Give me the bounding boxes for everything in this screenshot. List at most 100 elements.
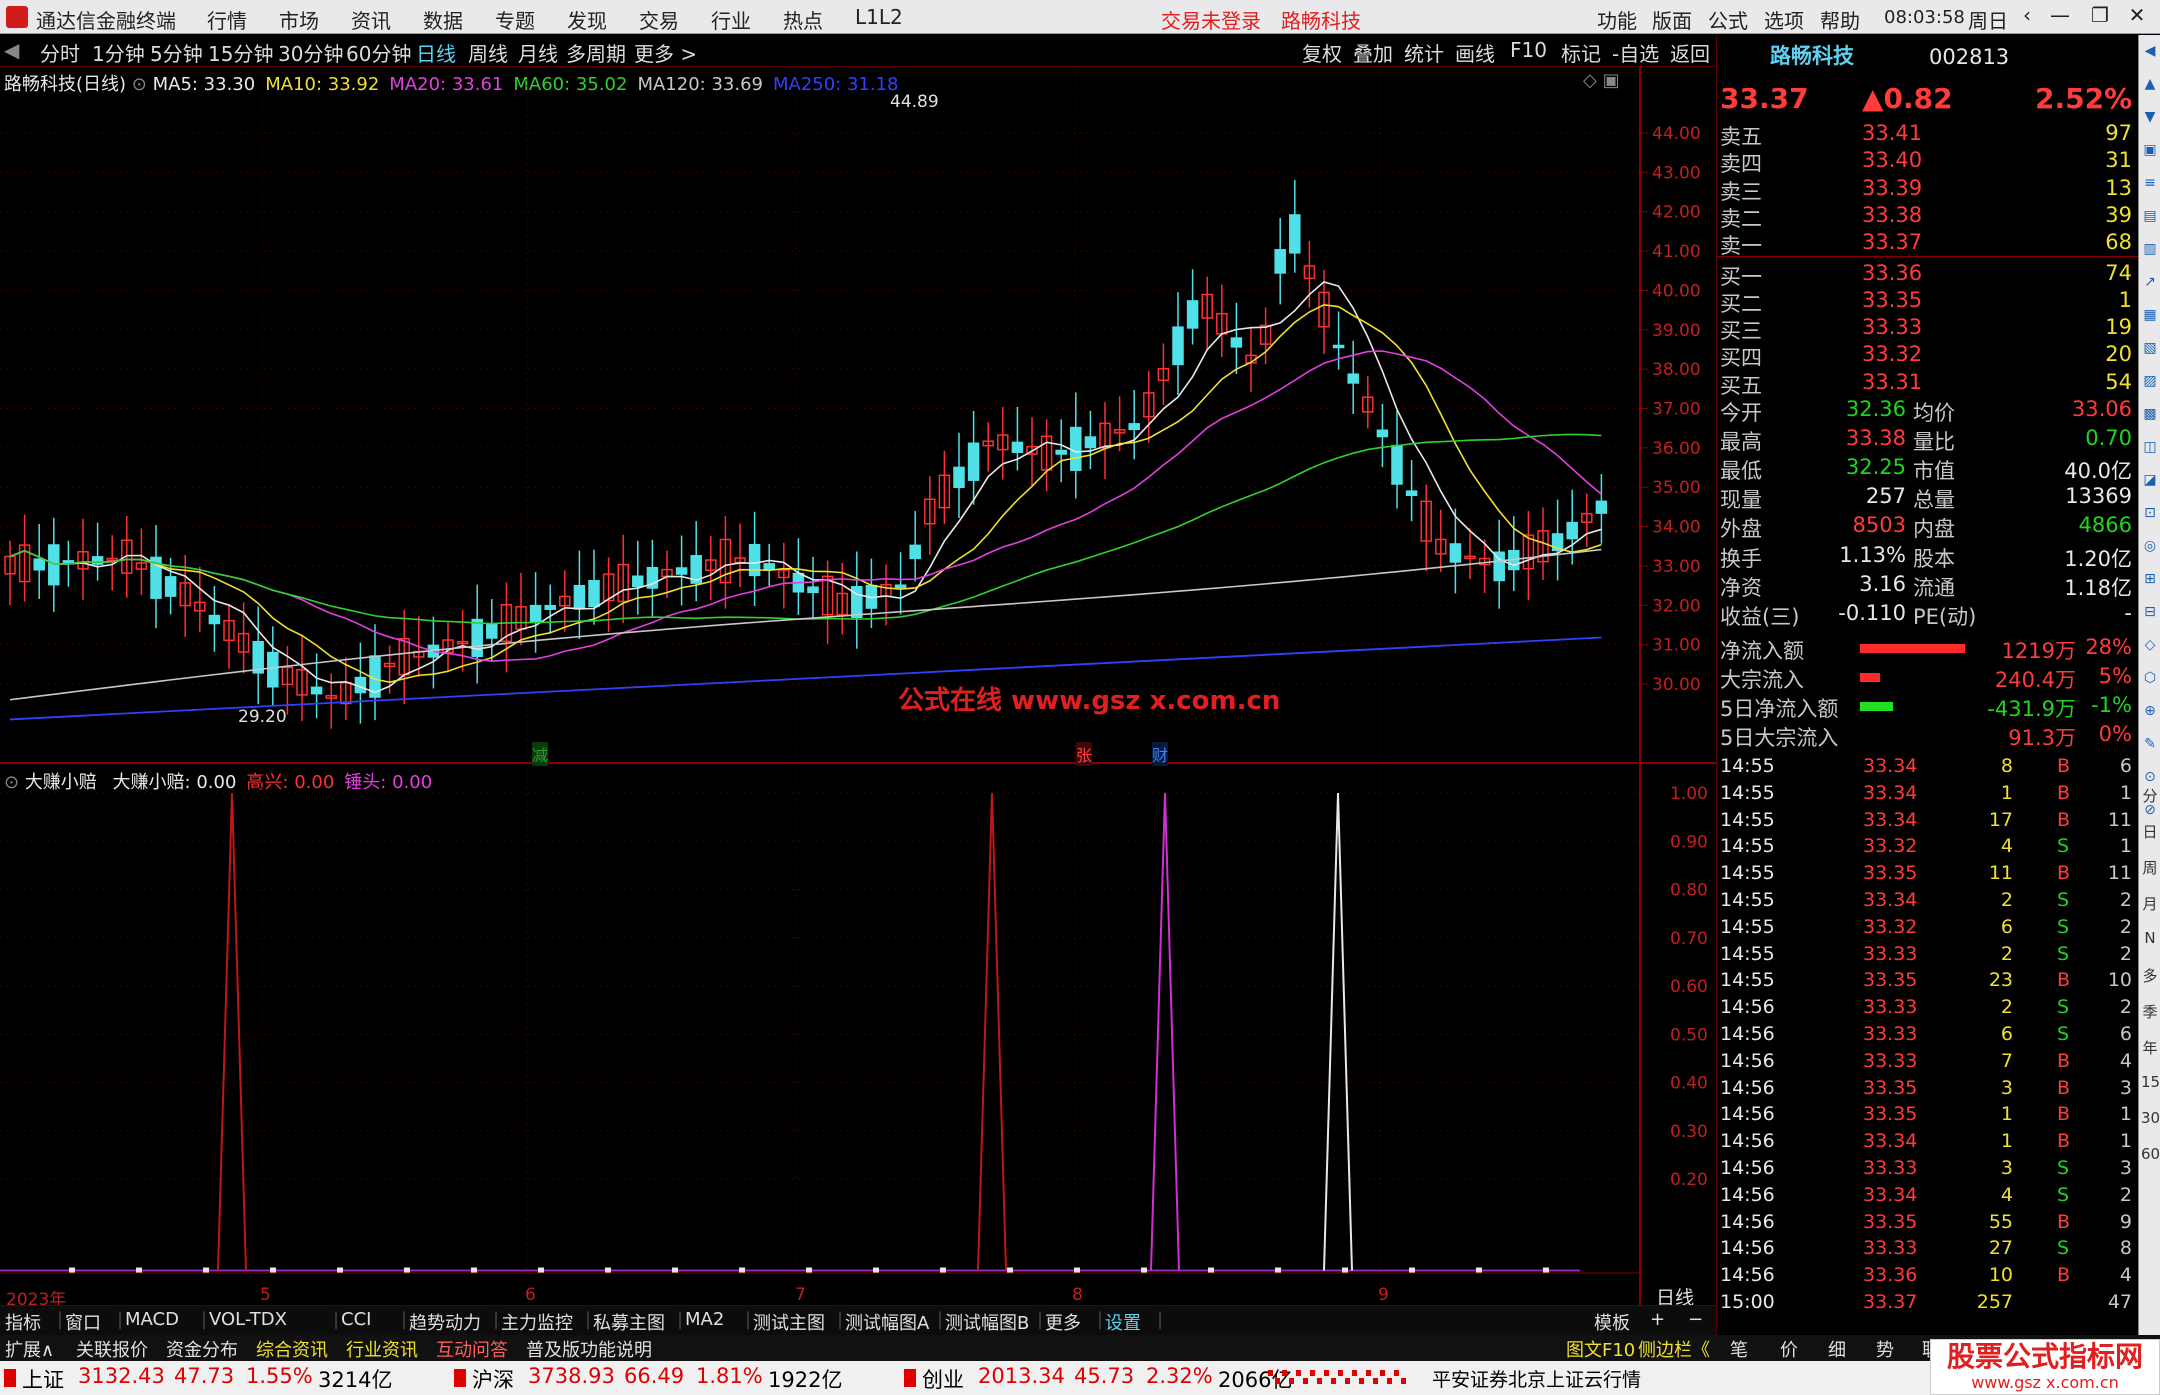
menu-item[interactable]: 交易 <box>639 5 679 34</box>
candle-body[interactable] <box>1230 337 1243 348</box>
menu-item[interactable]: 热点 <box>783 5 823 34</box>
candle-body[interactable] <box>1376 429 1389 438</box>
menu-item[interactable]: 市场 <box>279 5 319 34</box>
period-tab[interactable]: 月线 <box>518 38 558 67</box>
info-tab[interactable]: 行业资讯 <box>346 1336 418 1362</box>
indicator-tab[interactable]: VOL-TDX <box>209 1309 287 1330</box>
back-icon[interactable]: ‹ <box>2012 3 2042 31</box>
candle-body[interactable] <box>1084 436 1097 449</box>
info-tab[interactable]: 资金分布 <box>166 1336 238 1362</box>
candle-body[interactable] <box>1128 423 1140 431</box>
candle-body[interactable] <box>763 563 775 571</box>
side-tool-icon[interactable]: ▣ <box>2141 142 2159 160</box>
orderbook-price[interactable]: 33.38 <box>1862 203 1922 227</box>
side-tool-icon[interactable]: ✎ <box>2141 736 2159 754</box>
template-button[interactable]: 模板 <box>1594 1309 1630 1335</box>
chart-area[interactable]: 44.00 43.00 42.00 41.00 40.00 39.00 38.00 37.00… <box>0 67 1716 1305</box>
side-tool-icon[interactable]: ⊕ <box>2141 703 2159 721</box>
tick-view-tab[interactable]: 笔 <box>1730 1336 1748 1362</box>
candle-body[interactable] <box>1172 326 1184 366</box>
period-tab-active[interactable]: 日线 <box>416 38 456 67</box>
candle-body[interactable] <box>1449 543 1462 563</box>
candle-body[interactable] <box>1070 426 1082 471</box>
restore-icon[interactable]: ❐ <box>2085 3 2115 31</box>
period-tab[interactable]: 5分钟 <box>150 38 203 67</box>
menu-item[interactable]: 功能 <box>1597 5 1637 34</box>
side-tool-icon[interactable]: ▲ <box>2141 76 2159 94</box>
side-tool-icon[interactable]: ⬡ <box>2141 670 2159 688</box>
side-period-button[interactable]: 15 <box>2141 1073 2160 1091</box>
orderbook-price[interactable]: 33.41 <box>1862 121 1922 145</box>
info-tab[interactable]: 普及版功能说明 <box>526 1336 652 1362</box>
candle-body[interactable] <box>1055 449 1067 455</box>
candle-body[interactable] <box>1332 344 1345 349</box>
side-tool-icon[interactable]: ▧ <box>2141 340 2159 358</box>
indicator-tab[interactable]: MACD <box>125 1309 179 1330</box>
tool-button[interactable]: -自选 <box>1612 38 1659 67</box>
candle-body[interactable] <box>588 580 600 608</box>
tick-view-tab[interactable]: 细 <box>1828 1336 1846 1362</box>
side-tool-icon[interactable]: ▤ <box>2141 208 2159 226</box>
candle-body[interactable] <box>1347 373 1359 384</box>
candle-body[interactable] <box>807 586 819 594</box>
candle-body[interactable] <box>48 544 60 586</box>
candle-body[interactable] <box>267 651 279 688</box>
orderbook-price[interactable]: 33.31 <box>1862 370 1922 394</box>
template-button[interactable]: + <box>1650 1309 1665 1330</box>
candle-body[interactable] <box>967 442 980 481</box>
login-status[interactable]: 交易未登录 <box>1161 5 1261 34</box>
side-tool-icon[interactable]: ◀ <box>2141 43 2159 61</box>
orderbook-price[interactable]: 33.36 <box>1862 261 1922 285</box>
period-tab[interactable]: 15分钟 <box>208 38 273 67</box>
menu-item[interactable]: 行情 <box>207 5 247 34</box>
candle-body[interactable] <box>1391 444 1403 485</box>
indicator-tab[interactable]: 测试幅图A <box>845 1309 929 1335</box>
candle-body[interactable] <box>1186 300 1199 329</box>
candle-body[interactable] <box>953 466 965 489</box>
side-tool-icon[interactable]: ▩ <box>2141 406 2159 424</box>
tool-button[interactable]: 复权 <box>1302 38 1342 67</box>
indicator-tab[interactable]: 窗口 <box>65 1309 101 1335</box>
period-tab-more[interactable]: 更多 > <box>634 38 697 67</box>
side-period-button[interactable]: 周 <box>2141 857 2159 877</box>
orderbook-price[interactable]: 33.40 <box>1862 148 1922 172</box>
candle-body[interactable] <box>1011 441 1024 453</box>
side-tool-icon[interactable]: ◫ <box>2141 439 2159 457</box>
minimize-icon[interactable]: — <box>2045 3 2075 31</box>
orderbook-price[interactable]: 33.35 <box>1862 288 1922 312</box>
side-tool-icon[interactable]: ⊡ <box>2141 505 2159 523</box>
candle-body[interactable] <box>909 544 921 560</box>
side-tool-icon[interactable]: ◇ <box>2141 637 2159 655</box>
menu-item[interactable]: 帮助 <box>1820 5 1860 34</box>
side-period-button[interactable]: 多 <box>2141 965 2159 985</box>
tool-button[interactable]: F10 <box>1510 38 1547 62</box>
candle-body[interactable] <box>573 584 586 610</box>
candle-body[interactable] <box>310 686 323 695</box>
period-tab[interactable]: 周线 <box>468 38 508 67</box>
indicator-tab[interactable]: 指标 <box>5 1309 41 1335</box>
indicator-tab[interactable]: 测试主图 <box>753 1309 825 1335</box>
side-tool-icon[interactable]: ≡ <box>2141 175 2159 193</box>
indicator-tab[interactable]: 测试幅图B <box>945 1309 1029 1335</box>
event-marker[interactable]: 张 <box>1076 742 1093 766</box>
candle-body[interactable] <box>632 575 644 588</box>
orderbook-price[interactable]: 33.37 <box>1862 230 1922 254</box>
sidebar-toggle[interactable]: 图文F10 <box>1566 1336 1635 1362</box>
template-button[interactable]: − <box>1688 1309 1703 1330</box>
candle-body[interactable] <box>33 558 45 571</box>
side-tool-icon[interactable]: ⊟ <box>2141 604 2159 622</box>
info-tab[interactable]: 综合资讯 <box>256 1336 328 1362</box>
candle-body[interactable] <box>164 576 177 597</box>
candle-body[interactable] <box>471 618 483 658</box>
info-tab[interactable]: 扩展∧ <box>5 1336 54 1362</box>
menu-item[interactable]: 公式 <box>1708 5 1748 34</box>
menu-item[interactable]: 数据 <box>423 5 463 34</box>
orderbook-price[interactable]: 33.33 <box>1862 315 1922 339</box>
candle-body[interactable] <box>1274 249 1286 274</box>
period-tab[interactable]: 1分钟 <box>92 38 145 67</box>
side-tool-icon[interactable]: ◎ <box>2141 538 2159 556</box>
side-tool-icon[interactable]: ▦ <box>2141 307 2159 325</box>
event-marker[interactable]: 财 <box>1152 742 1169 766</box>
side-period-button[interactable]: 年 <box>2141 1037 2159 1057</box>
candle-body[interactable] <box>529 604 542 623</box>
